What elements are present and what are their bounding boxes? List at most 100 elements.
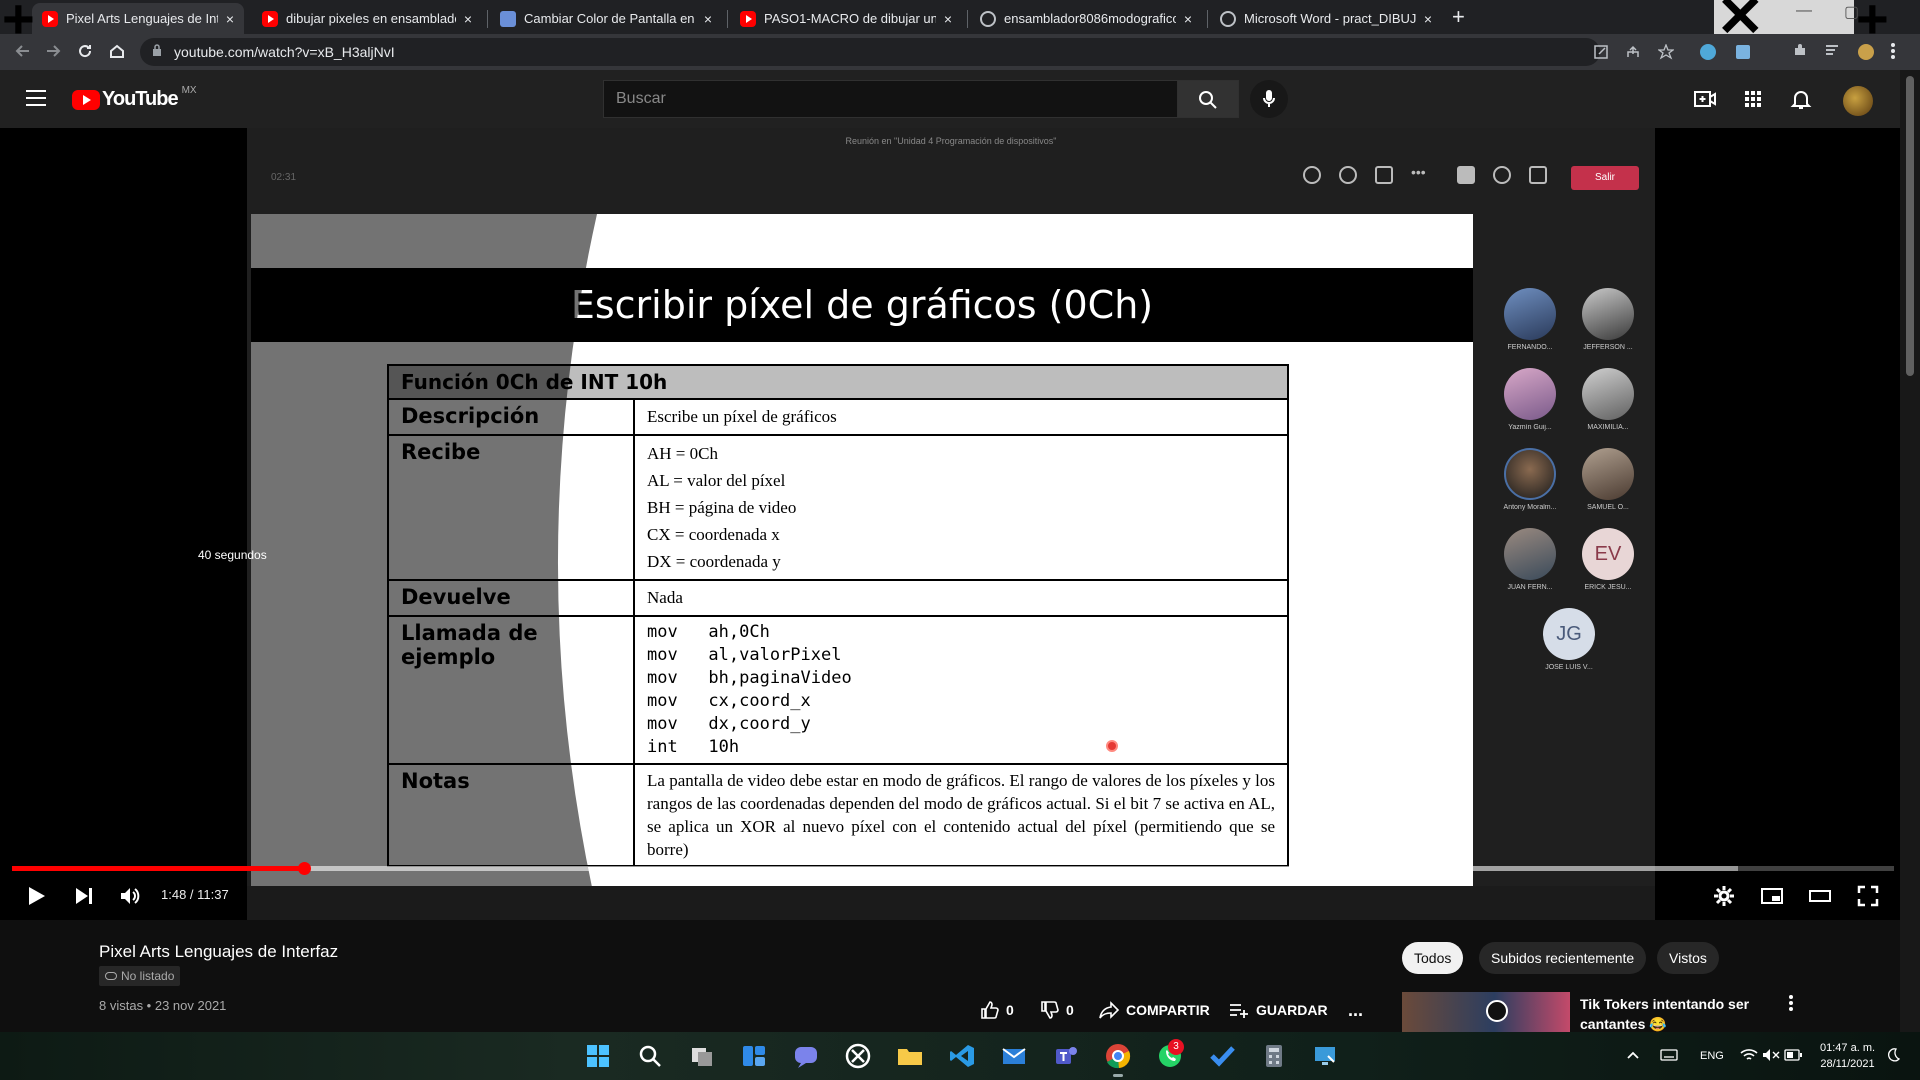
theater-mode-icon[interactable] (1808, 884, 1832, 908)
more-options-icon: ••• (1411, 164, 1426, 180)
close-tab-icon[interactable]: × (1424, 11, 1432, 27)
puzzle-icon[interactable] (1792, 42, 1808, 58)
menu-icon[interactable] (1890, 42, 1896, 60)
back-icon[interactable] (14, 42, 32, 60)
share-icon[interactable] (1626, 45, 1640, 59)
settings-gear-icon[interactable] (1712, 884, 1736, 908)
video-player[interactable]: Reunión en "Unidad 4 Programación de dis… (0, 128, 1900, 920)
create-video-icon[interactable] (1692, 86, 1718, 112)
close-tab-icon[interactable]: × (1184, 11, 1192, 27)
file-explorer-icon[interactable] (896, 1042, 924, 1070)
reading-list-icon[interactable] (1824, 42, 1840, 58)
link-icon (105, 972, 117, 980)
search-taskbar-icon[interactable] (636, 1042, 664, 1070)
address-bar[interactable]: youtube.com/watch?v=xB_H3aljNvI (140, 38, 1674, 66)
language-indicator[interactable]: ENG (1700, 1050, 1724, 1062)
browser-tab-strip: Pixel Arts Lenguajes de Interfaz × dibuj… (0, 0, 1920, 47)
chip-all[interactable]: Todos (1402, 942, 1464, 974)
star-icon[interactable] (1658, 44, 1674, 60)
search-button[interactable] (1177, 80, 1239, 118)
new-tab-button[interactable]: + (1452, 4, 1465, 30)
close-tab-icon[interactable]: × (944, 11, 952, 27)
search-input[interactable] (604, 81, 1177, 117)
youtube-play-icon (72, 89, 100, 110)
volume-muted-icon[interactable] (1762, 1048, 1780, 1062)
progress-bar[interactable] (12, 862, 1894, 875)
minimize-icon[interactable]: — (1796, 2, 1812, 20)
scrollbar-thumb[interactable] (1906, 76, 1914, 376)
todo-check-icon[interactable] (1208, 1042, 1236, 1070)
save-label: GUARDAR (1256, 1002, 1328, 1018)
apps-grid-icon[interactable] (1740, 86, 1766, 112)
notifications-moon-icon[interactable] (1886, 1048, 1900, 1062)
profile-avatar[interactable] (1858, 44, 1874, 60)
remote-desktop-icon[interactable] (1312, 1042, 1340, 1070)
table-row: Descripción Escribe un píxel de gráficos (387, 398, 1289, 436)
extension-icon[interactable] (1700, 44, 1716, 60)
browser-tab[interactable]: Cambiar Color de Pantalla en ens × (490, 3, 722, 34)
like-button[interactable]: 0 (980, 1000, 1014, 1020)
extension-icon[interactable] (1736, 45, 1750, 59)
participant-avatar (1504, 368, 1556, 420)
wifi-icon[interactable] (1740, 1048, 1758, 1062)
scrubber-handle[interactable] (297, 862, 311, 875)
share-button[interactable]: COMPARTIR (1098, 1000, 1210, 1020)
teams-icon[interactable] (1052, 1042, 1080, 1070)
chevron-up-icon[interactable] (1626, 1050, 1640, 1060)
vscode-icon[interactable] (948, 1042, 976, 1070)
recommendation-title[interactable]: Tik Tokers intentando ser cantantes 😂 (1580, 994, 1770, 1034)
browser-tab[interactable]: Microsoft Word - pract_DIBUJO.c × (1210, 3, 1442, 34)
browser-tab[interactable]: dibujar pixeles en ensamblador - × (252, 3, 482, 34)
close-tab-icon[interactable]: × (464, 11, 472, 27)
row-value: mov ah,0Ch mov al,valorPixel mov bh,pagi… (633, 615, 1289, 765)
task-view-icon[interactable] (688, 1042, 716, 1070)
battery-icon[interactable] (1784, 1049, 1802, 1061)
page-scrollbar[interactable] (1900, 70, 1920, 1036)
close-tab-icon[interactable]: × (704, 11, 712, 27)
chrome-icon[interactable] (1104, 1042, 1132, 1070)
voice-search-button[interactable] (1250, 80, 1288, 118)
function-table: Función 0Ch de INT 10h Descripción Escri… (387, 364, 1289, 867)
hamburger-menu-icon[interactable] (26, 90, 46, 106)
search-box (603, 80, 1178, 118)
table-header: Función 0Ch de INT 10h (387, 364, 1289, 400)
teams-chat-icon[interactable] (792, 1042, 820, 1070)
play-icon[interactable] (24, 884, 48, 908)
share-screen-icon (1529, 166, 1547, 184)
row-value: AH = 0Ch AL = valor del píxel BH = págin… (633, 434, 1289, 581)
start-menu-icon[interactable] (584, 1042, 612, 1070)
dislike-button[interactable]: 0 (1040, 1000, 1074, 1020)
reload-icon[interactable] (76, 42, 94, 60)
xbox-icon[interactable] (844, 1042, 872, 1070)
next-video-icon[interactable] (72, 884, 96, 908)
table-row: Devuelve Nada (387, 579, 1289, 617)
recommendation-thumbnail[interactable] (1402, 992, 1570, 1032)
table-row: Notas La pantalla de video debe estar en… (387, 763, 1289, 867)
chip-watched[interactable]: Vistos (1657, 942, 1719, 974)
youtube-logo[interactable]: YouTube MX (72, 85, 197, 111)
camera-icon (1457, 166, 1475, 184)
more-actions-button[interactable]: ... (1348, 1000, 1363, 1021)
more-vert-icon[interactable] (1788, 994, 1794, 1012)
system-clock[interactable]: 01:47 a. m. 28/11/2021 (1820, 1040, 1875, 1072)
notifications-bell-icon[interactable] (1788, 86, 1814, 112)
close-tab-icon[interactable]: × (226, 11, 234, 27)
browser-tab[interactable]: PASO1-MACRO de dibujar un cu × (730, 3, 962, 34)
widgets-icon[interactable] (740, 1042, 768, 1070)
open-in-app-icon[interactable] (1594, 45, 1608, 59)
volume-icon[interactable] (118, 884, 142, 908)
chip-recently-uploaded[interactable]: Subidos recientemente (1479, 942, 1647, 974)
country-code: MX (181, 85, 197, 96)
mail-icon[interactable] (1000, 1042, 1028, 1070)
keyboard-icon[interactable] (1660, 1049, 1678, 1061)
save-button[interactable]: GUARDAR (1228, 1000, 1328, 1020)
browser-tab[interactable]: ensamblador8086modografico.c × (970, 3, 1202, 34)
browser-tab[interactable]: Pixel Arts Lenguajes de Interfaz × (32, 3, 244, 34)
fullscreen-icon[interactable] (1856, 884, 1880, 908)
home-icon[interactable] (108, 42, 126, 60)
calculator-icon[interactable] (1260, 1042, 1288, 1070)
teams-meeting-window: Reunión en "Unidad 4 Programación de dis… (247, 128, 1655, 920)
forward-icon[interactable] (44, 42, 62, 60)
account-avatar[interactable] (1843, 86, 1873, 116)
miniplayer-icon[interactable] (1760, 884, 1784, 908)
